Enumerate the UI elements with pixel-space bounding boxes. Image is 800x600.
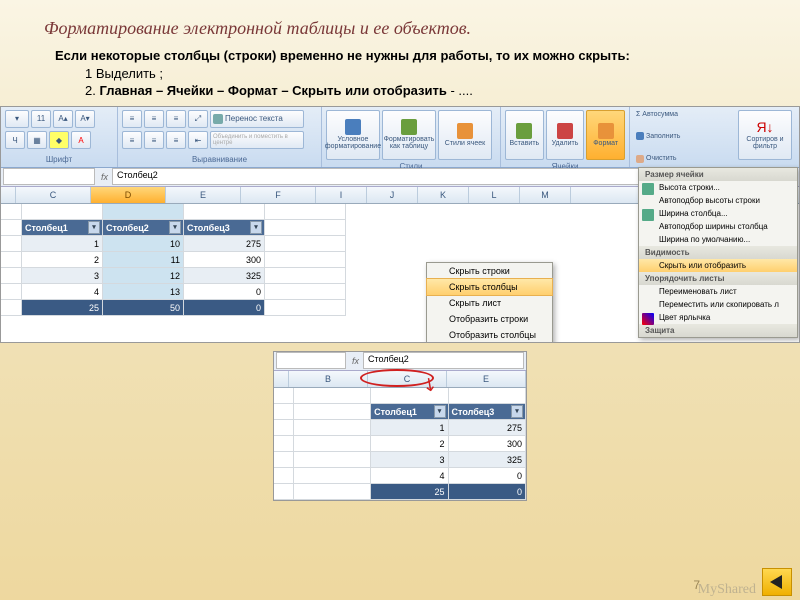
fx-icon-2: fx	[348, 356, 363, 366]
excel-screenshot-main: ▾ 11 A▴ A▾ Ч ▦ ◆ A Шрифт ≡ ≡ ≡ ⤢ Перенос…	[0, 106, 800, 343]
fill-btn[interactable]: Заполнить	[634, 131, 730, 141]
format-btn[interactable]: Формат	[586, 110, 625, 160]
fill-color[interactable]: ◆	[49, 131, 69, 149]
autosum[interactable]: Σ Автосумма	[634, 110, 730, 119]
wrap-text[interactable]: Перенос текста	[210, 110, 304, 128]
cond-format[interactable]: Условное форматирование	[326, 110, 380, 160]
font-dropdown[interactable]: ▾	[5, 110, 29, 128]
clear-btn[interactable]: Очистить	[634, 154, 730, 164]
watermark: MyShared	[698, 582, 756, 598]
hide-rows[interactable]: Скрыть строки	[427, 263, 552, 279]
align-mid[interactable]: ≡	[144, 110, 164, 128]
name-box-2[interactable]	[276, 352, 346, 369]
col-f[interactable]: F	[241, 187, 316, 203]
col-e[interactable]: E	[166, 187, 241, 203]
align-bot[interactable]: ≡	[166, 110, 186, 128]
excel-screenshot-result: fx Столбец2 B C E ↘ Столбец1Столбец3 127…	[273, 351, 527, 501]
hide-cols[interactable]: Скрыть столбцы	[426, 278, 553, 296]
underline[interactable]: Ч	[5, 131, 25, 149]
font-size[interactable]: 11	[31, 110, 51, 128]
col-d[interactable]: D	[91, 187, 166, 203]
border[interactable]: ▦	[27, 131, 47, 149]
ribbon: ▾ 11 A▴ A▾ Ч ▦ ◆ A Шрифт ≡ ≡ ≡ ⤢ Перенос…	[1, 107, 799, 168]
instruction-text: Если некоторые столбцы (строки) временно…	[0, 47, 800, 106]
col-j[interactable]: J	[367, 187, 418, 203]
grow-font[interactable]: A▴	[53, 110, 73, 128]
hide-sheet[interactable]: Скрыть лист	[427, 295, 552, 311]
merge[interactable]: Объединить и поместить в центре	[210, 131, 304, 149]
unhide-cols[interactable]: Отобразить столбцы	[427, 327, 552, 343]
align-c[interactable]: ≡	[144, 131, 164, 149]
align-r[interactable]: ≡	[166, 131, 186, 149]
align-top[interactable]: ≡	[122, 110, 142, 128]
unhide-rows[interactable]: Отобразить строки	[427, 311, 552, 327]
name-box[interactable]	[3, 168, 95, 185]
prev-slide-button[interactable]	[762, 568, 792, 596]
cell-styles[interactable]: Стили ячеек	[438, 110, 492, 160]
indent[interactable]: ⇤	[188, 131, 208, 149]
format-as-table[interactable]: Форматировать как таблицу	[382, 110, 436, 160]
col-c[interactable]: C	[16, 187, 91, 203]
col-m[interactable]: M	[520, 187, 571, 203]
delete-btn[interactable]: Удалить	[546, 110, 585, 160]
col-i[interactable]: I	[316, 187, 367, 203]
orient[interactable]: ⤢	[188, 110, 208, 128]
formula-input-2[interactable]: Столбец2	[363, 352, 524, 369]
fx-icon[interactable]: fx	[97, 172, 112, 182]
grid: Столбец1 Столбец2 Столбец3 110275 211300…	[1, 204, 799, 316]
slide-title: Форматирование электронной таблицы и ее …	[0, 0, 800, 47]
sort-filter[interactable]: Я↓Сортиров и фильтр	[738, 110, 792, 160]
insert-btn[interactable]: Вставить	[505, 110, 544, 160]
align-l[interactable]: ≡	[122, 131, 142, 149]
col-k[interactable]: K	[418, 187, 469, 203]
font-color[interactable]: A	[71, 131, 91, 149]
row-height[interactable]: Высота строки...	[639, 181, 797, 194]
shrink-font[interactable]: A▾	[75, 110, 95, 128]
col-l[interactable]: L	[469, 187, 520, 203]
hide-submenu: Скрыть строки Скрыть столбцы Скрыть лист…	[426, 262, 553, 343]
